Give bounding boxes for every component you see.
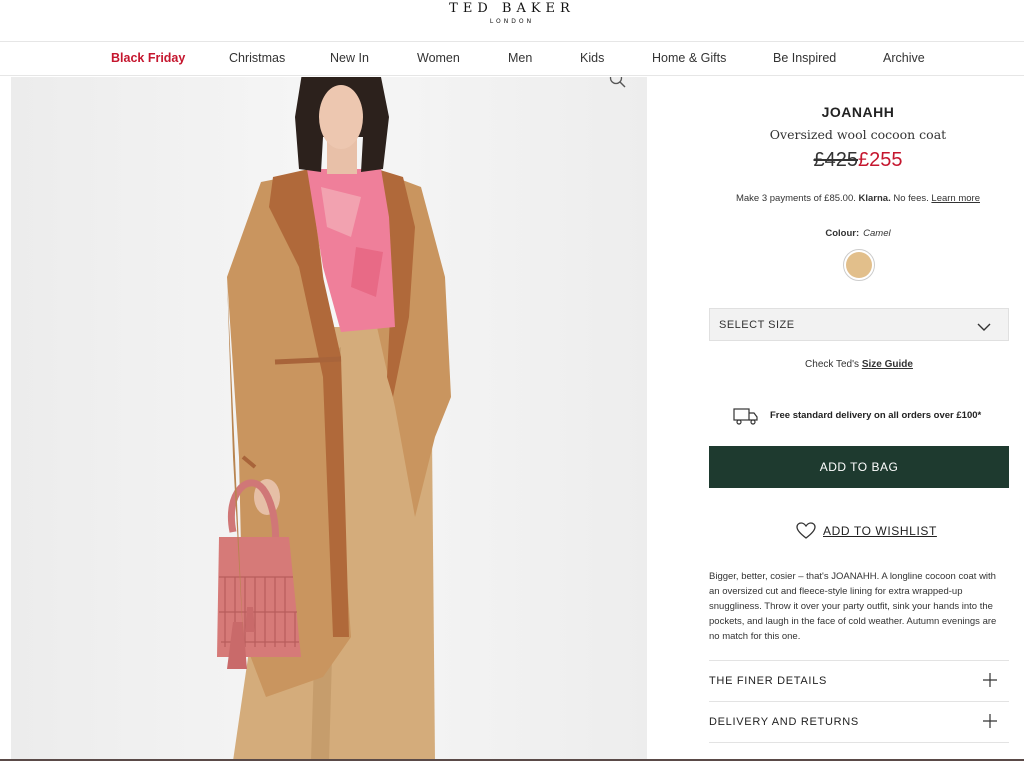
accordion-finer-details-label: THE FINER DETAILS: [709, 675, 828, 687]
accordion-finer-details[interactable]: THE FINER DETAILS: [709, 660, 1009, 701]
colour-value: Camel: [863, 228, 891, 239]
nav-item-black-friday[interactable]: Black Friday: [111, 42, 185, 75]
chevron-down-icon: [977, 319, 991, 337]
main-navigation: Black Friday Christmas New In Women Men …: [0, 42, 1024, 76]
model-photo-illustration: [11, 77, 647, 761]
klarna-suffix: No fees.: [893, 193, 929, 204]
swatch-fill: [846, 252, 872, 278]
logo-sub-wordmark: LONDON: [489, 18, 535, 25]
nav-item-new-in[interactable]: New In: [330, 42, 369, 75]
product-details-panel: —— JOANAHH Oversized wool cocoon coat £4…: [648, 77, 1024, 761]
nav-item-archive[interactable]: Archive: [883, 42, 925, 75]
size-select[interactable]: SELECT SIZE: [709, 308, 1009, 341]
plus-icon: [983, 673, 997, 692]
klarna-prefix: Make 3 payments of £85.00.: [735, 193, 856, 204]
klarna-info: Make 3 payments of £85.00. Klarna. No fe…: [648, 193, 1024, 204]
product-description: Bigger, better, cosier – that's JOANAHH.…: [709, 571, 997, 642]
price: £425£255: [648, 149, 1024, 172]
zoom-magnifier-icon[interactable]: [609, 77, 627, 94]
klarna-learn-more-link[interactable]: Learn more: [931, 193, 980, 204]
delivery-truck-icon: [733, 407, 759, 430]
nav-item-kids[interactable]: Kids: [580, 42, 604, 75]
delivery-text: Free standard delivery on all orders ove…: [770, 410, 982, 421]
plus-icon: [983, 714, 997, 733]
colour-label: Colour:: [825, 228, 860, 239]
colour-row: Colour: Camel: [648, 228, 1024, 239]
accordion-delivery-returns[interactable]: DELIVERY AND RETURNS: [709, 701, 1009, 742]
size-guide-link[interactable]: Size Guide: [862, 359, 913, 370]
delivery-info: Free standard delivery on all orders ove…: [733, 407, 1013, 425]
product-image[interactable]: [11, 77, 647, 761]
nav-item-men[interactable]: Men: [508, 42, 532, 75]
size-guide: Check Ted's Size Guide: [648, 359, 1024, 370]
scrolled-off-text: ——: [833, 77, 853, 82]
heart-icon: [796, 522, 816, 545]
product-name: JOANAHH: [821, 104, 895, 120]
product-subtitle: Oversized wool cocoon coat: [769, 127, 947, 142]
nav-item-home-gifts[interactable]: Home & Gifts: [652, 42, 726, 75]
size-select-label: SELECT SIZE: [719, 319, 795, 331]
colour-swatch-camel[interactable]: [843, 249, 875, 281]
accordion-delivery-returns-label: DELIVERY AND RETURNS: [709, 716, 859, 728]
original-price: £425: [813, 149, 859, 171]
size-guide-prefix: Check Ted's: [805, 359, 860, 370]
nav-item-be-inspired[interactable]: Be Inspired: [773, 42, 836, 75]
ted-baker-logo[interactable]: TED BAKER LONDON: [0, 1, 1024, 27]
logo-wordmark: TED BAKER: [449, 1, 575, 16]
sale-price: £255: [858, 149, 903, 171]
site-header: TED BAKER LONDON: [0, 0, 1024, 42]
add-to-wishlist-label: ADD TO WISHLIST: [823, 524, 937, 538]
add-to-wishlist-button[interactable]: ADD TO WISHLIST: [796, 521, 936, 541]
nav-item-women[interactable]: Women: [417, 42, 460, 75]
nav-item-christmas[interactable]: Christmas: [229, 42, 285, 75]
add-to-bag-button[interactable]: ADD TO BAG: [709, 446, 1009, 488]
klarna-brand: Klarna.: [858, 193, 891, 204]
